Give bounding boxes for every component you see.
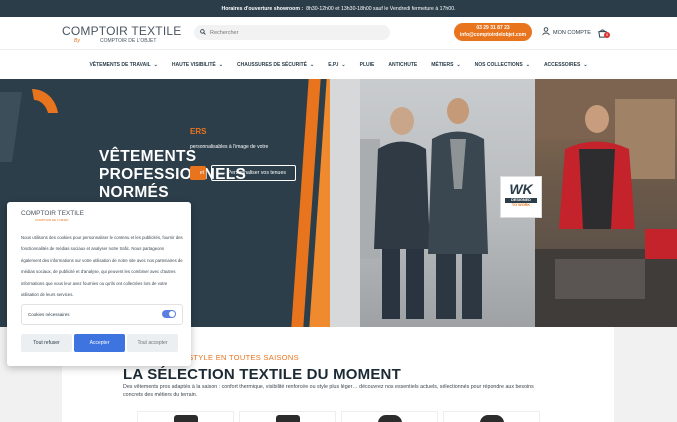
refuse-all-button[interactable]: Tout refuser: [21, 334, 72, 352]
search-input[interactable]: [210, 29, 380, 36]
accept-all-button[interactable]: Tout accepter: [127, 334, 178, 352]
chevron-down-icon: ⌄: [218, 61, 223, 68]
hours-text: 8h30-12h00 et 13h30-18h00 sauf le Vendre…: [306, 5, 456, 12]
logo-main-text: COMPTOIR TEXTILE: [62, 24, 182, 38]
contact-pill[interactable]: 03 29 31 87 23 info@comptoirdelobjet.com: [454, 23, 532, 41]
product-card[interactable]: [443, 411, 540, 422]
chevron-down-icon: ⌄: [456, 61, 461, 68]
chevron-down-icon: ⌄: [525, 61, 530, 68]
chevron-down-icon: ⌄: [583, 61, 588, 68]
necessary-cookies-row: Cookies nécessaires: [21, 304, 183, 325]
nav-item-chaussures[interactable]: Chaussures de sécurité ⌄: [230, 62, 321, 68]
nav-item-label: Haute visibilité: [171, 61, 216, 68]
nav-item-metiers[interactable]: Métiers ⌄: [424, 62, 467, 68]
user-icon: [542, 27, 553, 38]
chevron-down-icon: ⌄: [341, 61, 346, 68]
product-image: [174, 415, 198, 422]
necessary-cookies-toggle[interactable]: [162, 310, 176, 318]
brand-mark-decoration: [0, 89, 58, 162]
nav-item-label: Chaussures de sécurité: [236, 61, 307, 68]
hero-description: personnalisables à l'image de votre: [190, 144, 269, 150]
nav-item-accessoires[interactable]: Accessoires ⌄: [537, 62, 595, 68]
product-card[interactable]: [341, 411, 438, 422]
product-image: [276, 415, 300, 422]
product-image: [378, 415, 402, 422]
section-title: LA SÉLECTION TEXTILE DU MOMENT: [123, 366, 401, 383]
hero-photo-workshop: [535, 79, 677, 327]
cookie-text: Nous utilisons des cookies pour personna…: [21, 235, 183, 298]
nav-item-label: Vêtements de travail: [89, 61, 151, 68]
cookie-consent-dialog: COMPTOIR TEXTILE COMPTOIR DE L'OBJET Nou…: [7, 202, 191, 366]
hero-title-line: NORMÉS: [99, 184, 169, 201]
nav-item-haute-visibilite[interactable]: Haute visibilité ⌄: [165, 62, 230, 68]
nav-item-epi[interactable]: E.P.I ⌄: [321, 62, 352, 68]
main-nav: Vêtements de travail ⌄ Haute visibilité ⌄ …: [0, 49, 677, 79]
nav-item-collections[interactable]: Nos collections ⌄: [468, 62, 537, 68]
badge-main: WK: [509, 181, 533, 197]
nav-item-vetements[interactable]: Vêtements de travail ⌄: [82, 62, 164, 68]
hero-title-line: VÊTEMENTS: [99, 148, 197, 165]
cookie-logo-main: COMPTOIR TEXTILE: [21, 210, 84, 217]
logo-by-text: By: [74, 38, 80, 44]
section-description: Des vêtements pros adaptés à la saison :…: [123, 384, 534, 398]
badge-line2: TO WORK: [511, 203, 531, 207]
nav-item-pluie[interactable]: Pluie: [353, 62, 382, 68]
nav-item-label: Nos collections: [474, 61, 523, 68]
consent-label: Cookies nécessaires: [28, 312, 70, 317]
cookie-logo: COMPTOIR TEXTILE COMPTOIR DE L'OBJET: [21, 210, 84, 222]
accept-button[interactable]: Accepter: [74, 334, 125, 352]
chevron-down-icon: ⌄: [310, 61, 315, 68]
section-kicker: U STYLE EN TOUTES SAISONS: [180, 353, 299, 362]
nav-item-label: Accessoires: [543, 61, 581, 68]
workshop-illustration: [535, 79, 677, 327]
nav-item-label: E.P.I: [328, 61, 339, 68]
product-image: [480, 415, 504, 422]
contact-email: info@comptoirdelobjet.com: [459, 32, 527, 38]
cookie-logo-sub: COMPTOIR DE L'OBJET: [35, 218, 69, 222]
account-link[interactable]: MON COMPTE: [542, 27, 591, 38]
customize-button[interactable]: → Personnaliser vos tenues: [211, 165, 296, 181]
search-icon: [200, 28, 206, 37]
nav-item-label: Antichute: [388, 61, 418, 68]
site-header: COMPTOIR TEXTILE By COMPTOIR DE L'OBJET …: [0, 17, 677, 49]
wk-brand-badge: WK DESIGNED TO WORK: [500, 176, 542, 218]
hero-subtitle: ERS: [190, 127, 207, 136]
site-logo[interactable]: COMPTOIR TEXTILE By COMPTOIR DE L'OBJET: [62, 21, 187, 47]
product-card[interactable]: [137, 411, 234, 422]
nav-item-label: Métiers: [431, 61, 454, 68]
phone-number: 03 29 31 87 23: [476, 25, 510, 31]
nav-item-antichute[interactable]: Antichute: [381, 62, 424, 68]
logo-sub-text: COMPTOIR DE L'OBJET: [100, 38, 157, 44]
hero-primary-button[interactable]: et: [190, 166, 206, 180]
cart-button[interactable]: 0: [597, 26, 610, 44]
nav-item-label: Pluie: [359, 61, 375, 68]
top-info-bar: Horaires d'ouverture showroom : 8h30-12h…: [0, 0, 677, 17]
product-card[interactable]: [239, 411, 336, 422]
cart-count-badge: 0: [604, 32, 610, 38]
hours-label: Horaires d'ouverture showroom :: [221, 5, 304, 12]
search-bar[interactable]: [194, 25, 390, 40]
account-label: MON COMPTE: [553, 29, 591, 36]
chevron-down-icon: ⌄: [153, 61, 158, 68]
